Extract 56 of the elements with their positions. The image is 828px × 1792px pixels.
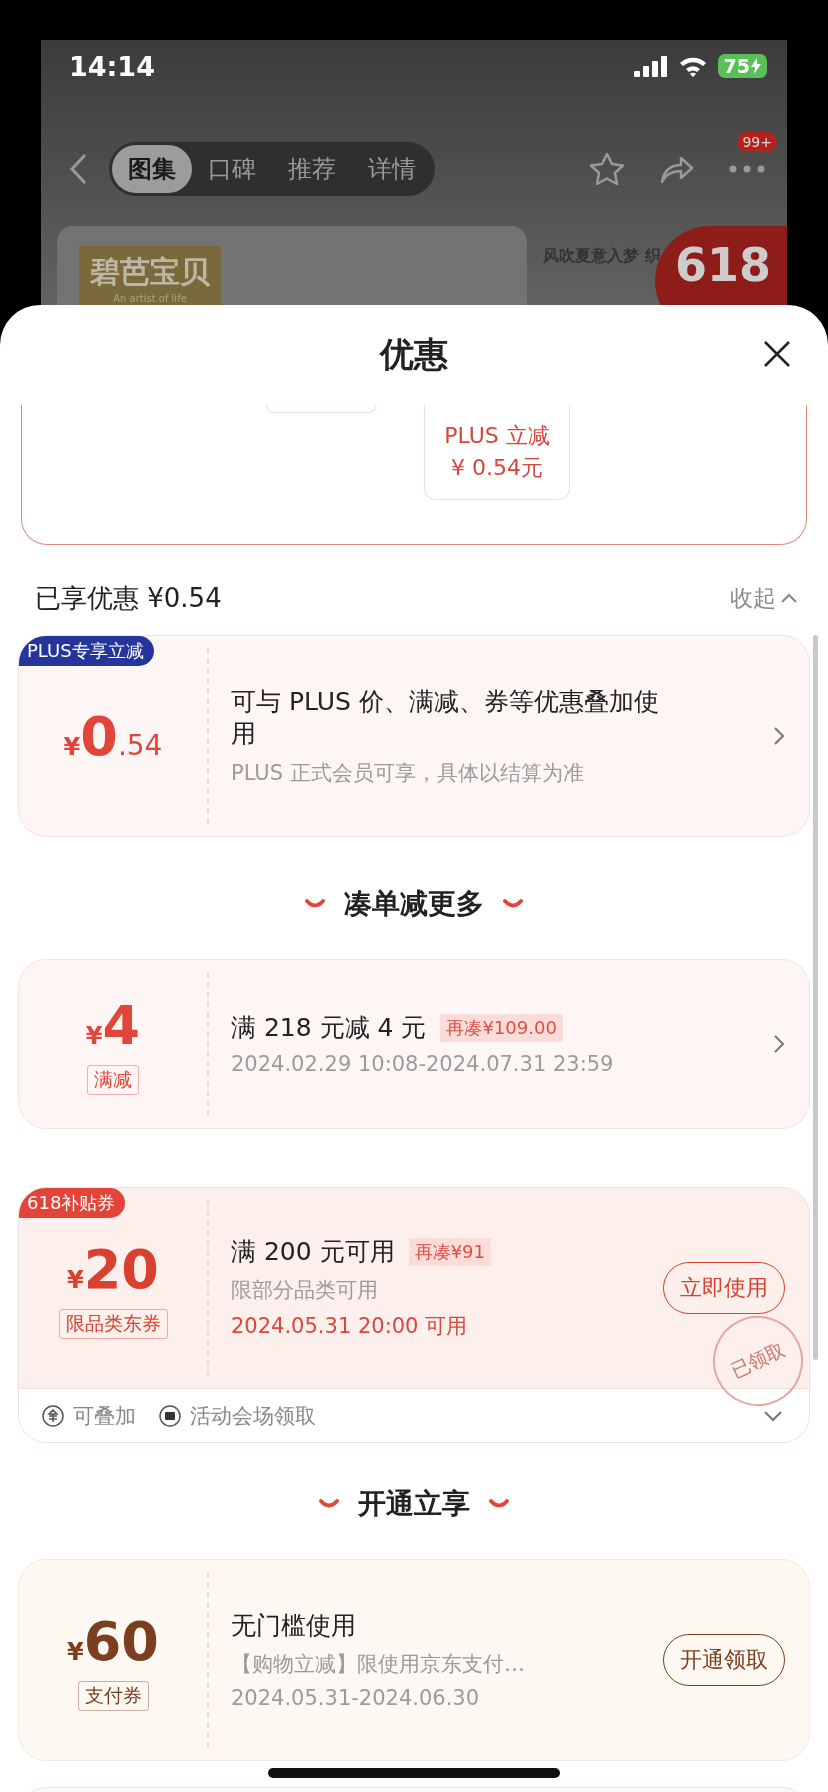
- sheet-title: 优惠: [380, 333, 448, 376]
- coupon-amount: ¥60: [67, 1609, 159, 1673]
- smile-icon: [304, 898, 326, 910]
- top-up-tag: 再凑¥91: [408, 1238, 491, 1266]
- brand-name: 碧芭宝贝: [90, 253, 210, 291]
- coupon-amount: ¥0.54: [63, 704, 163, 768]
- signal-icon: [633, 55, 668, 77]
- battery-icon: 75: [717, 54, 767, 78]
- chevron-down-icon[interactable]: [763, 1409, 783, 1422]
- coupon-title: 可与 PLUS 价、满减、券等优惠叠加使用: [231, 685, 660, 750]
- footer-label: 可叠加: [73, 1402, 136, 1430]
- coupon-type-label: 支付券: [77, 1680, 149, 1711]
- more-icon[interactable]: [729, 165, 765, 173]
- close-icon: [762, 339, 792, 369]
- coupon-title: 满 218 元减 4 元: [231, 1011, 427, 1044]
- savings-label: 已享优惠 ¥0.54: [35, 581, 222, 615]
- smile-icon: [488, 1498, 510, 1510]
- smile-icon: [318, 1498, 340, 1510]
- chevron-right-icon: [773, 726, 785, 746]
- coupon-tag: PLUS专享立减: [19, 636, 154, 666]
- footer-label: 活动会场领取: [190, 1402, 316, 1430]
- coupon-detail: PLUS 正式会员可享，具体以结算为准: [231, 759, 585, 787]
- nav-tab[interactable]: 口碑: [192, 145, 272, 193]
- coupon-detail: 限部分品类可用: [231, 1277, 379, 1305]
- ticket-icon: [158, 1403, 182, 1428]
- coupon-detail: 2024.02.29 10:08-2024.07.31 23:59: [231, 1052, 615, 1077]
- nav-tab[interactable]: 详情: [352, 145, 432, 193]
- smile-icon: [502, 898, 524, 910]
- nav-tab[interactable]: 推荐: [272, 145, 352, 193]
- close-button[interactable]: [762, 339, 792, 369]
- back-icon[interactable]: [69, 153, 87, 185]
- chevron-right-icon: [773, 1034, 785, 1054]
- section-title: 凑单减更多: [344, 886, 484, 922]
- coupon-title: 满 200 元可用: [231, 1235, 395, 1268]
- coupon-tag: 618补贴券: [19, 1188, 126, 1218]
- coupon-type-label: 限品类东券: [58, 1308, 168, 1339]
- coupon-detail: 2024.05.31 20:00 可用: [231, 1313, 469, 1341]
- section-title: 开通立享: [358, 1486, 470, 1522]
- collapse-toggle[interactable]: 收起: [730, 582, 798, 614]
- top-up-tag: 再凑¥109.00: [440, 1014, 563, 1042]
- brand-tagline: An artist of life: [113, 293, 187, 304]
- offer-tile-title: PLUS 立减: [444, 422, 550, 450]
- coupon-detail: 2024.05.31-2024.06.30: [231, 1686, 481, 1711]
- nav-tab[interactable]: 图集: [112, 145, 192, 193]
- status-time: 14:14: [69, 50, 155, 82]
- notification-badge: 99+: [737, 132, 777, 152]
- coupon-amount: ¥20: [67, 1237, 159, 1301]
- coupon-detail: 【购物立减】限使用京东支付…: [231, 1651, 526, 1679]
- stack-icon: [41, 1403, 65, 1428]
- star-icon[interactable]: [589, 152, 625, 186]
- coupon-type-label: 满减: [87, 1064, 139, 1095]
- share-icon[interactable]: [659, 154, 695, 184]
- coupon-title: 无门槛使用: [231, 1609, 356, 1642]
- coupon-amount: ¥4: [85, 993, 141, 1057]
- offer-tile-amount: ¥ 0.54元: [451, 454, 543, 482]
- chevron-up-icon: [780, 592, 798, 604]
